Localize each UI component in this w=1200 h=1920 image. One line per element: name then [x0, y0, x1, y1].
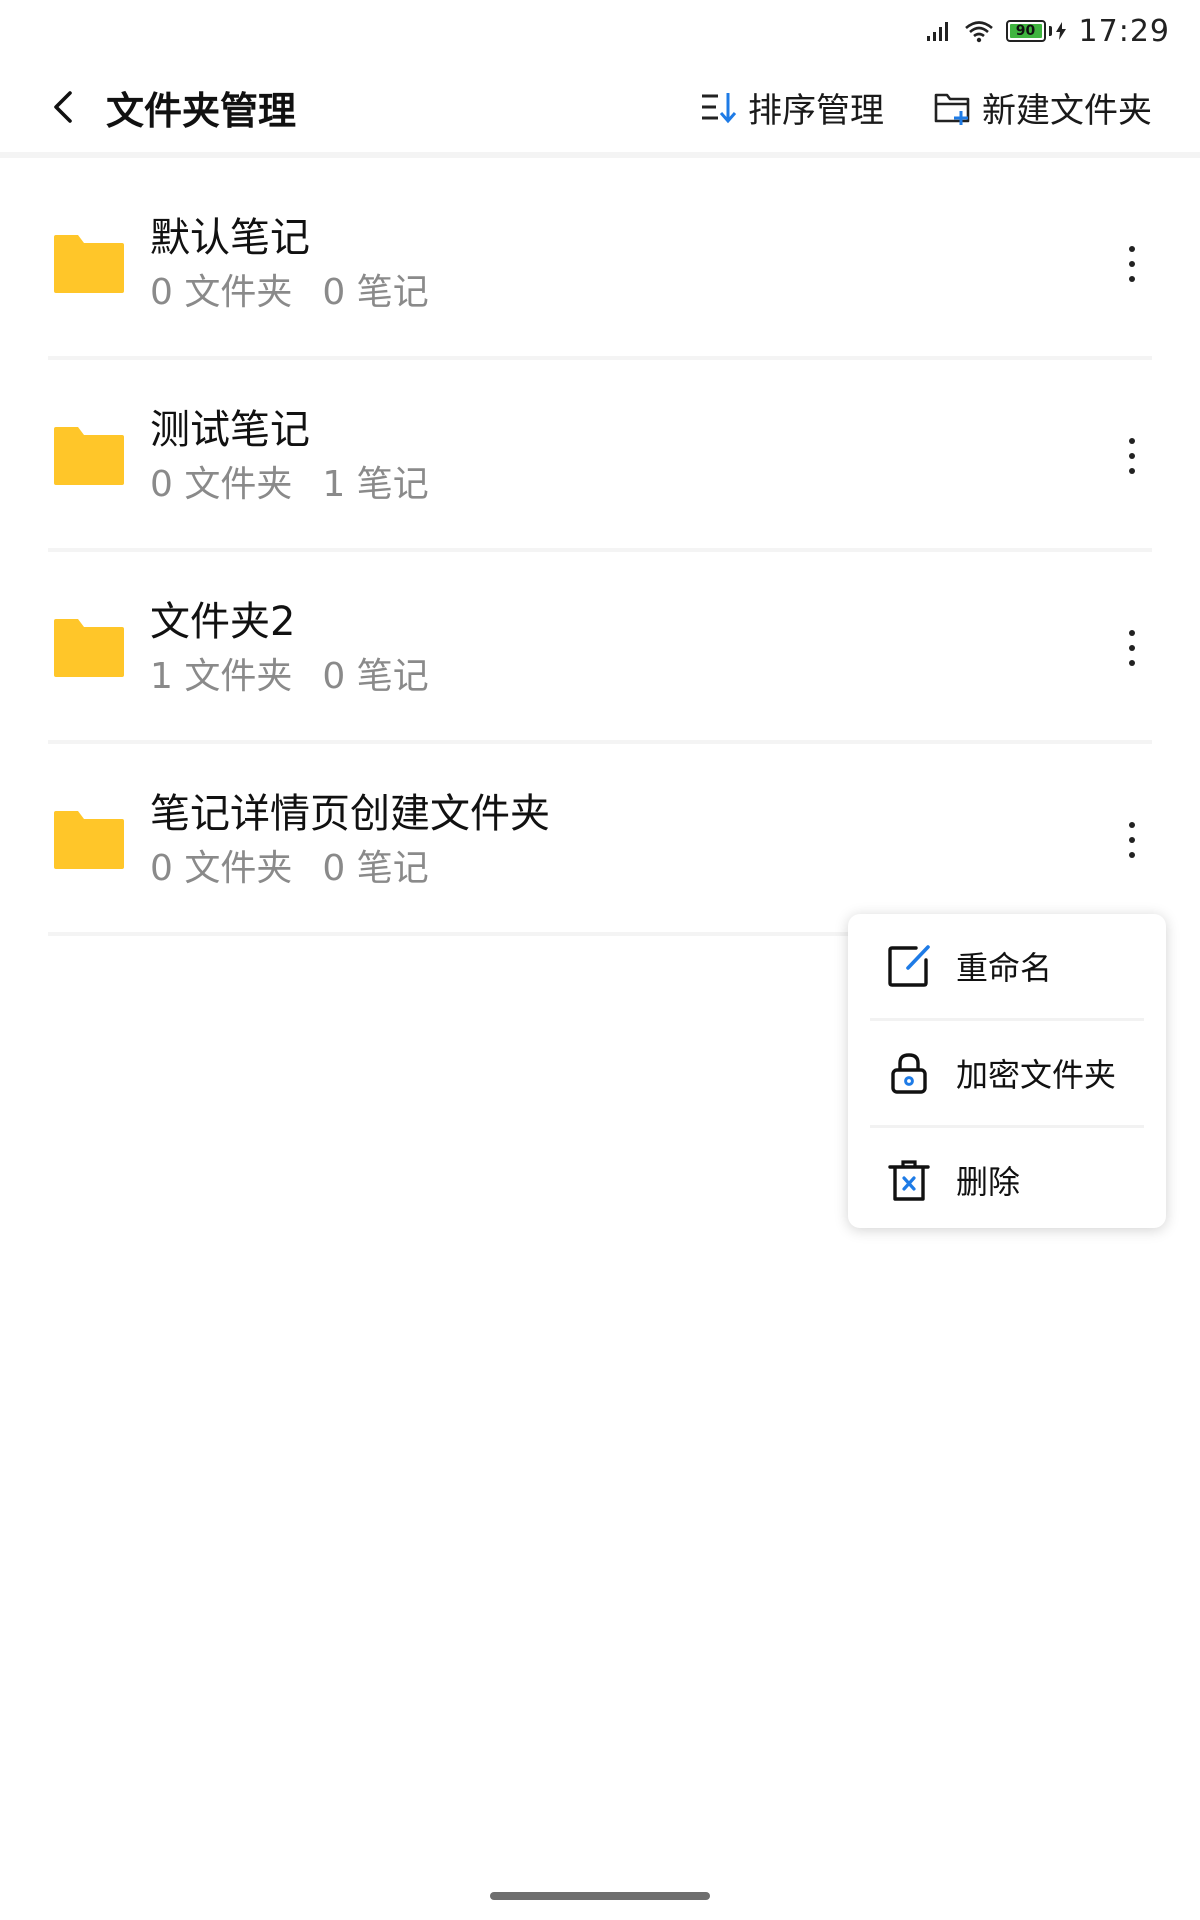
app-header: 文件夹管理 排序管理 新建文件夹 [0, 62, 1200, 158]
folder-item[interactable]: 笔记详情页创建文件夹 0 文件夹 0 笔记 [0, 744, 1200, 936]
sort-button[interactable]: 排序管理 [698, 83, 884, 132]
folder-icon [54, 619, 124, 677]
folder-item[interactable]: 文件夹2 1 文件夹 0 笔记 [0, 552, 1200, 744]
battery-level: 90 [1009, 24, 1042, 38]
folder-name: 默认笔记 [150, 215, 310, 261]
folder-meta: 0 文件夹 1 笔记 [150, 462, 429, 508]
delete-label: 删除 [956, 1163, 1021, 1201]
header-actions: 排序管理 新建文件夹 [698, 83, 1152, 132]
edit-icon [888, 945, 930, 987]
chevron-left-icon [54, 91, 72, 123]
folder-name: 笔记详情页创建文件夹 [150, 791, 550, 837]
folder-list: 默认笔记 0 文件夹 0 笔记 测试笔记 0 文件夹 1 笔记 文件夹2 1 文… [0, 168, 1200, 936]
more-vertical-icon[interactable] [1114, 234, 1150, 294]
folder-meta: 0 文件夹 0 笔记 [150, 846, 550, 892]
lock-icon [891, 1053, 927, 1094]
folder-item[interactable]: 测试笔记 0 文件夹 1 笔记 [0, 360, 1200, 552]
folder-context-menu: 重命名 加密文件夹 删除 [848, 914, 1166, 1228]
folder-icon [54, 811, 124, 869]
signal-icon [926, 22, 948, 41]
new-folder-button[interactable]: 新建文件夹 [932, 83, 1152, 132]
screen: 90 17:29 文件夹管理 排序管理 新建文件夹 默认笔记 0 文件夹 0 笔… [0, 0, 1200, 1920]
note-count: 0 笔记 [322, 272, 429, 313]
folder-icon [54, 235, 124, 293]
battery-indicator: 90 [1005, 20, 1067, 42]
folder-meta: 1 文件夹 0 笔记 [150, 654, 429, 700]
back-button[interactable] [34, 77, 94, 137]
subfolder-count: 0 文件夹 [150, 464, 293, 505]
note-count: 0 笔记 [322, 848, 429, 889]
folder-plus-icon [934, 93, 970, 125]
encrypt-menu-item[interactable]: 加密文件夹 [848, 1021, 1166, 1125]
subfolder-count: 0 文件夹 [150, 272, 293, 313]
home-indicator[interactable] [490, 1892, 710, 1900]
note-count: 0 笔记 [322, 656, 429, 697]
trash-icon [888, 1160, 930, 1201]
subfolder-count: 0 文件夹 [150, 848, 293, 889]
folder-name: 测试笔记 [150, 407, 310, 453]
rename-menu-item[interactable]: 重命名 [848, 914, 1166, 1018]
wifi-icon [964, 21, 993, 43]
status-time: 17:29 [1078, 13, 1170, 49]
delete-menu-item[interactable]: 删除 [848, 1128, 1166, 1232]
more-vertical-icon[interactable] [1114, 426, 1150, 486]
subfolder-count: 1 文件夹 [150, 656, 293, 697]
note-count: 1 笔记 [322, 464, 429, 505]
new-folder-label: 新建文件夹 [982, 90, 1152, 131]
folder-icon [54, 427, 124, 485]
folder-item[interactable]: 默认笔记 0 文件夹 0 笔记 [0, 168, 1200, 360]
folder-meta: 0 文件夹 0 笔记 [150, 270, 429, 316]
more-vertical-icon[interactable] [1114, 618, 1150, 678]
status-bar: 90 17:29 [0, 0, 1200, 62]
folder-name: 文件夹2 [150, 599, 296, 645]
more-vertical-icon[interactable] [1114, 810, 1150, 870]
sort-icon [702, 93, 737, 124]
charging-icon [1055, 22, 1066, 40]
sort-label: 排序管理 [748, 90, 884, 131]
encrypt-label: 加密文件夹 [956, 1056, 1117, 1094]
rename-label: 重命名 [956, 949, 1053, 987]
page-title: 文件夹管理 [106, 88, 297, 133]
